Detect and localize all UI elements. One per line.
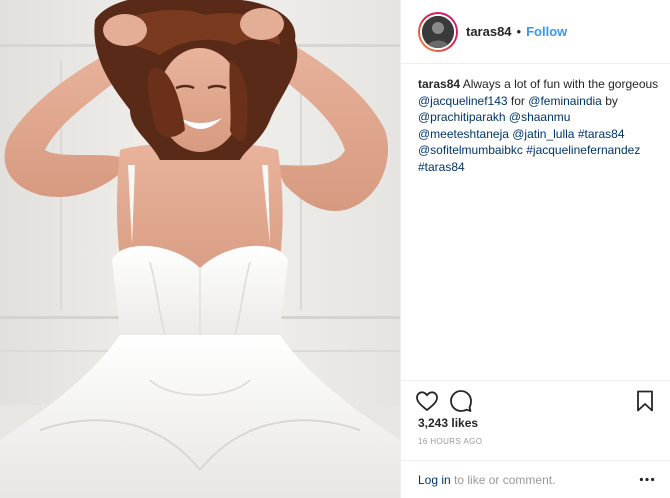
caption-word-for: for xyxy=(510,93,525,108)
hashtag-jacquelinefernandez[interactable]: #jacquelinefernandez xyxy=(526,143,640,157)
post-caption: taras84 Always a lot of fun with the gor… xyxy=(418,76,662,175)
action-bar xyxy=(401,380,670,420)
post-timestamp: 16 HOURS AGO xyxy=(418,437,483,446)
caption-username[interactable]: taras84 xyxy=(418,77,460,91)
mention-shaanmu[interactable]: @shaanmu xyxy=(509,110,571,124)
follow-button[interactable]: Follow xyxy=(526,24,567,39)
heart-icon[interactable] xyxy=(415,389,439,413)
mention-sofitelmumbaibkc[interactable]: @sofitelmumbaibkc xyxy=(418,143,523,157)
username-link[interactable]: taras84 xyxy=(466,24,512,39)
comment-bar: Log in to like or comment. xyxy=(401,460,670,498)
hashtag-taras84-second[interactable]: #taras84 xyxy=(418,160,465,174)
post-header: taras84 • Follow xyxy=(401,0,670,64)
comment-prompt-text: to like or comment. xyxy=(450,472,556,487)
separator-dot: • xyxy=(516,24,522,39)
instagram-post: taras84 • Follow taras84 Always a lot of… xyxy=(0,0,670,498)
profile-photo-icon xyxy=(422,15,454,48)
mention-jatin-lulla[interactable]: @jatin_lulla xyxy=(512,127,574,141)
comment-bubble-icon[interactable] xyxy=(449,389,473,413)
mention-prachitiparakh[interactable]: @prachitiparakh xyxy=(418,110,506,124)
mention-meeteshtaneja[interactable]: @meeteshtaneja xyxy=(418,127,509,141)
avatar-image xyxy=(420,13,456,50)
action-bar-left xyxy=(415,389,473,413)
like-count[interactable]: 3,243 likes xyxy=(418,416,478,430)
caption-word-by: by xyxy=(605,93,618,108)
more-options-button[interactable] xyxy=(637,470,657,490)
mention-jacquelinef143[interactable]: @jacquelinef143 xyxy=(418,94,508,108)
bookmark-icon[interactable] xyxy=(633,389,657,413)
post-sidebar: taras84 • Follow taras84 Always a lot of… xyxy=(400,0,670,498)
post-image xyxy=(0,0,400,498)
hashtag-taras84[interactable]: #taras84 xyxy=(578,127,625,141)
more-options-icon xyxy=(639,477,655,482)
avatar[interactable] xyxy=(418,11,458,52)
post-photo[interactable] xyxy=(0,0,400,498)
login-link[interactable]: Log in xyxy=(418,473,451,487)
mention-feminaindia[interactable]: @feminaindia xyxy=(528,94,602,108)
caption-text: Always a lot of fun with the gorgeous xyxy=(462,77,659,91)
